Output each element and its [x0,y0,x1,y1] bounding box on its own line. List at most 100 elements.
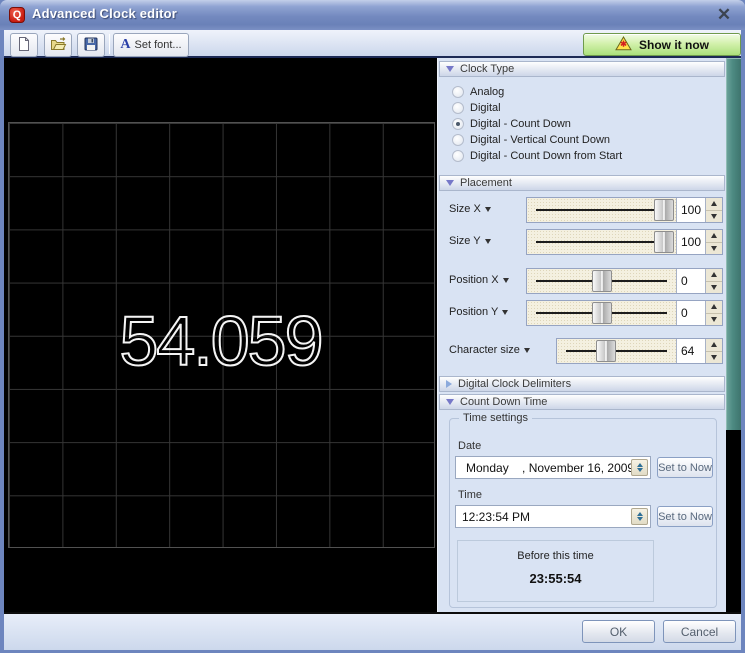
position-y-dropdown[interactable]: Position Y [449,306,508,318]
position-y-slider: 0 [526,300,723,326]
section-header-count-down-time[interactable]: Count Down Time [439,394,725,410]
spin-up-button[interactable] [706,198,722,211]
chevron-right-icon [446,380,452,388]
slider-handle[interactable] [592,302,612,324]
close-icon[interactable]: ✕ [713,4,735,26]
set-font-button[interactable]: A Set font... [113,33,189,57]
spin-up-button[interactable] [706,301,722,314]
size-x-dropdown[interactable]: Size X [449,203,491,215]
app-icon: Q [9,7,25,23]
open-button[interactable] [44,33,72,57]
spin-up-button[interactable] [706,269,722,282]
slider-label-text: Position Y [449,306,498,318]
arrow-down-icon [711,355,717,360]
slider-label-text: Position X [449,274,499,286]
spin-down-button[interactable] [706,211,722,223]
chevron-down-icon [446,66,454,72]
section-header-clock-type[interactable]: Clock Type [439,61,725,77]
character-size-value[interactable]: 64 [676,339,705,363]
date-spinner[interactable] [631,459,648,476]
size-y-dropdown[interactable]: Size Y [449,235,491,247]
arrow-up-icon [637,512,643,516]
radio-digital-vertical-count-down[interactable]: Digital - Vertical Count Down [452,133,610,147]
radio-circle [452,86,464,98]
radio-label: Analog [470,86,504,98]
time-set-to-now-button[interactable]: Set to Now [657,506,713,527]
show-it-now-button[interactable]: Show it now [583,33,741,56]
arrow-down-icon [711,214,717,219]
position-x-value[interactable]: 0 [676,269,705,293]
size-x-value[interactable]: 100 [676,198,705,222]
dropdown-arrow-icon [502,310,508,315]
slider-handle[interactable] [592,270,612,292]
radio-digital-count-down[interactable]: Digital - Count Down [452,117,571,131]
title-bar[interactable]: Q Advanced Clock editor ✕ [0,0,745,30]
section-title: Clock Type [460,63,514,75]
panel-scrollbar[interactable] [726,58,741,612]
position-x-slider: 0 [526,268,723,294]
character-size-dropdown[interactable]: Character size [449,344,530,356]
spin-down-button[interactable] [706,282,722,294]
radio-circle-selected [452,118,464,130]
slider-track[interactable] [527,269,676,293]
countdown-preview-text: 54.059 [4,301,437,381]
ok-button[interactable]: OK [582,620,655,643]
radio-circle [452,102,464,114]
spin-up-button[interactable] [706,339,722,352]
size-y-slider: 100 [526,229,723,255]
section-header-placement[interactable]: Placement [439,175,725,191]
slider-track[interactable] [527,230,676,254]
slider-track[interactable] [527,301,676,325]
slider-handle[interactable] [654,199,674,221]
new-button[interactable] [10,33,38,57]
toolbar: A Set font... Show it now [4,30,741,58]
character-size-spinner [705,339,722,363]
position-y-spinner [705,301,722,325]
save-floppy-icon [83,36,99,55]
new-document-icon [16,36,32,55]
size-x-slider: 100 [526,197,723,223]
set-font-label: Set font... [135,39,182,51]
time-spinner[interactable] [631,508,648,525]
arrow-down-icon [711,317,717,322]
spin-down-button[interactable] [706,243,722,255]
date-set-to-now-button[interactable]: Set to Now [657,457,713,478]
cancel-button[interactable]: Cancel [663,620,736,643]
time-field[interactable]: 12:23:54 PM [455,505,651,528]
save-button[interactable] [77,33,105,57]
settings-panel: Clock Type Analog Digital Digital - Coun… [437,58,726,612]
radio-digital-count-down-from-start[interactable]: Digital - Count Down from Start [452,149,622,163]
slider-track[interactable] [527,198,676,222]
spin-down-button[interactable] [706,352,722,364]
radio-label: Digital - Vertical Count Down [470,134,610,146]
radio-digital[interactable]: Digital [452,101,501,115]
chevron-down-icon [446,180,454,186]
spin-down-button[interactable] [706,314,722,326]
scrollbar-thumb[interactable] [726,58,741,430]
position-y-value[interactable]: 0 [676,301,705,325]
arrow-up-icon [711,233,717,238]
arrow-up-icon [711,272,717,277]
size-y-value[interactable]: 100 [676,230,705,254]
slider-label-text: Size X [449,203,481,215]
date-field[interactable]: Monday , November 16, 2009 [455,456,651,479]
time-settings-label: Time settings [459,412,532,424]
time-label: Time [458,489,482,501]
slider-track[interactable] [557,339,676,363]
toolbar-divider [109,34,110,54]
radio-analog[interactable]: Analog [452,85,504,99]
chevron-down-icon [446,399,454,405]
radio-circle [452,150,464,162]
slider-handle[interactable] [596,340,616,362]
radio-circle [452,134,464,146]
dropdown-arrow-icon [485,239,491,244]
size-x-spinner [705,198,722,222]
advanced-clock-editor-window: Q Advanced Clock editor ✕ A Set font... [0,0,745,653]
date-value: Monday , November 16, 2009 [456,461,634,475]
section-header-delimiters[interactable]: Digital Clock Delimiters [439,376,725,392]
open-folder-icon [50,36,67,55]
clock-preview-canvas[interactable]: 54.059 [4,58,437,612]
position-x-dropdown[interactable]: Position X [449,274,509,286]
slider-handle[interactable] [654,231,674,253]
spin-up-button[interactable] [706,230,722,243]
